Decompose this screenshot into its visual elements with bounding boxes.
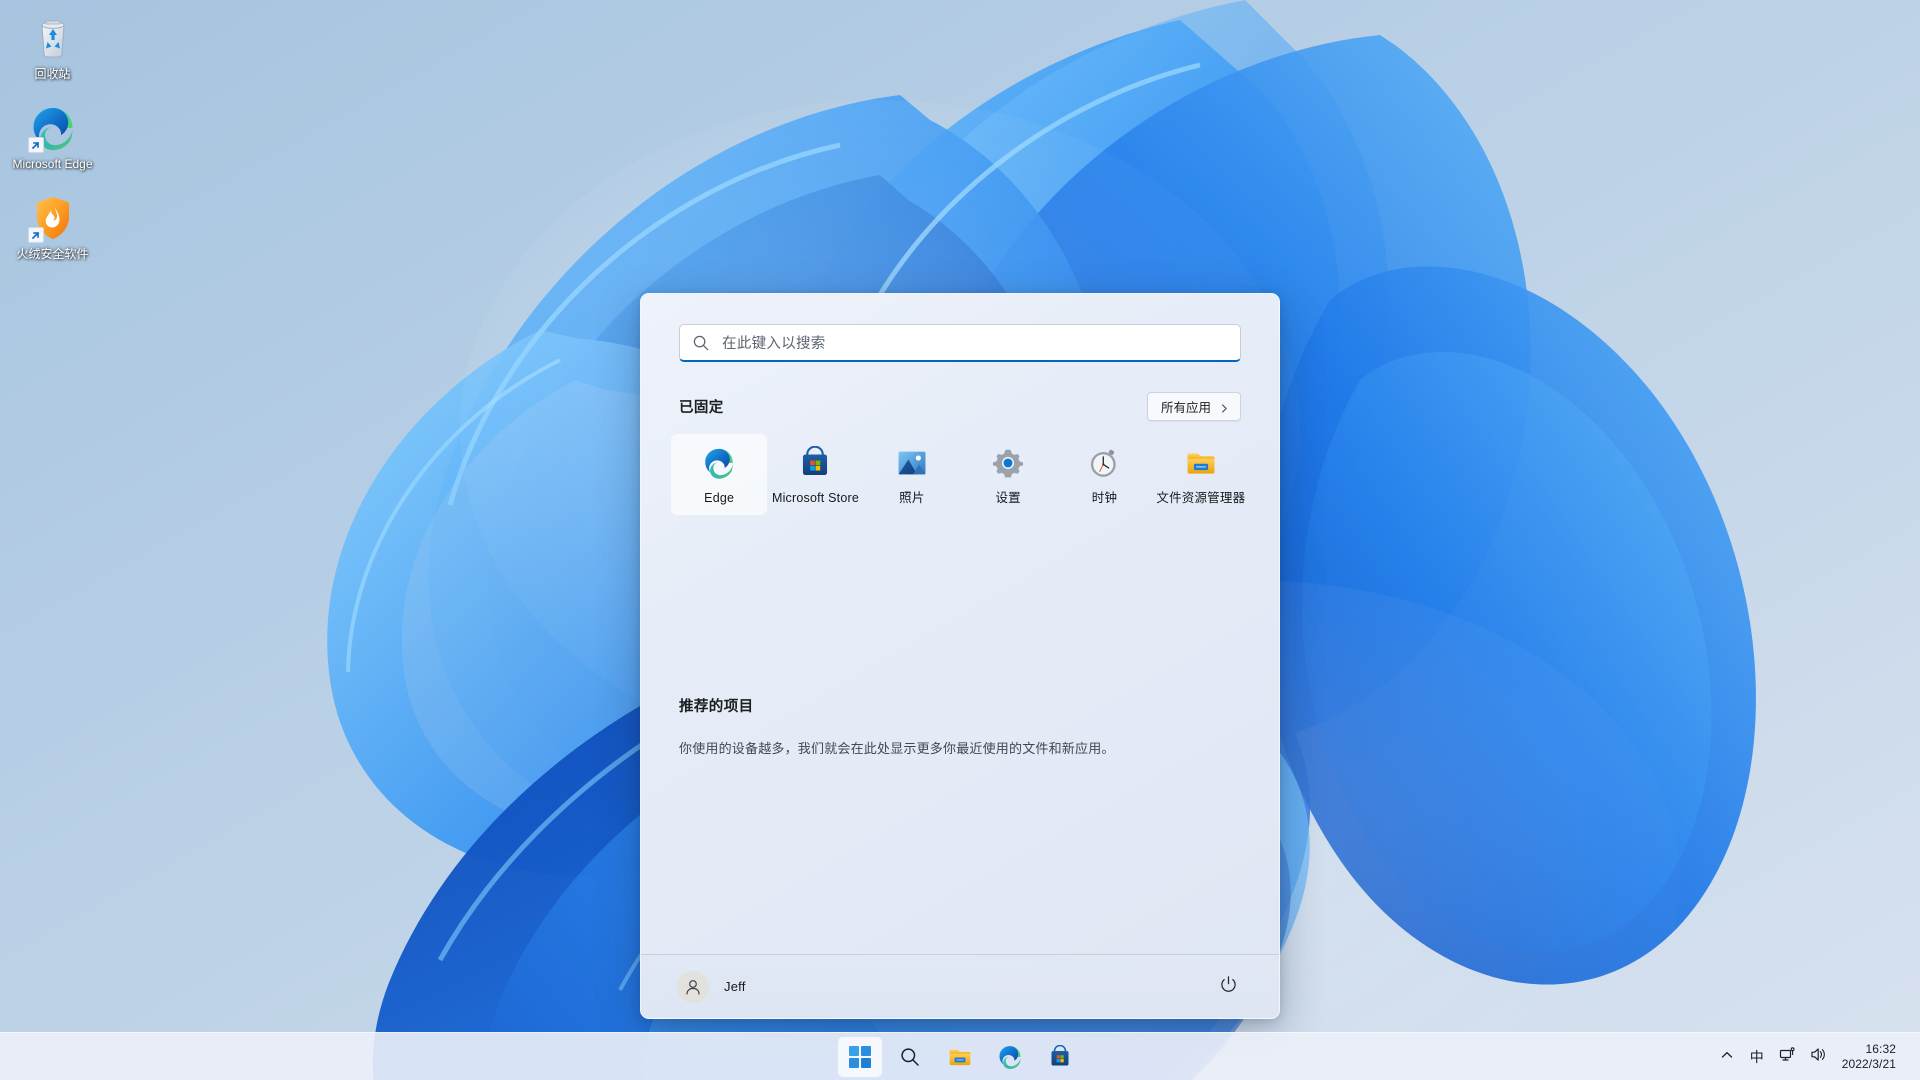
pinned-app-label: 设置: [995, 491, 1021, 505]
chevron-right-icon: [1220, 402, 1229, 413]
recommended-empty-text: 你使用的设备越多，我们就会在此处显示更多你最近使用的文件和新应用。: [679, 741, 1115, 756]
chevron-up-icon: [1720, 1048, 1734, 1067]
pinned-app-label: Edge: [704, 491, 735, 505]
search-placeholder: 在此键入以搜索: [722, 336, 826, 352]
desktop-icon-recycle-bin[interactable]: 回收站: [6, 8, 100, 86]
tray-ime-button[interactable]: 中: [1742, 1040, 1772, 1074]
recommended-section: 推荐的项目 你使用的设备越多，我们就会在此处显示更多你最近使用的文件和新应用。: [641, 695, 1279, 757]
file-explorer-icon: [1184, 446, 1218, 480]
recycle-bin-icon: [29, 14, 77, 62]
taskbar-file-explorer-button[interactable]: [938, 1037, 982, 1077]
power-button[interactable]: [1211, 970, 1245, 1004]
desktop-icon-huorong-security[interactable]: 火绒安全软件: [6, 188, 100, 266]
tray-volume-button[interactable]: [1803, 1040, 1834, 1074]
search-icon: [692, 334, 710, 352]
search-input[interactable]: 在此键入以搜索: [679, 324, 1241, 362]
taskbar-edge-button[interactable]: [988, 1037, 1032, 1077]
desktop-icon-microsoft-edge[interactable]: Microsoft Edge: [6, 98, 100, 176]
user-name: Jeff: [724, 979, 746, 994]
recommended-title: 推荐的项目: [679, 699, 754, 715]
desktop-icon-label: Microsoft Edge: [12, 157, 93, 171]
tray-network-button[interactable]: [1772, 1040, 1803, 1074]
pinned-app-label: 文件资源管理器: [1156, 491, 1246, 505]
pinned-app-label: 时钟: [1091, 491, 1118, 505]
pinned-app-file-explorer[interactable]: 文件资源管理器: [1153, 434, 1249, 515]
settings-gear-icon: [991, 446, 1025, 480]
user-avatar-icon: [677, 970, 709, 1003]
shortcut-arrow-icon: [27, 137, 44, 153]
pinned-app-settings[interactable]: 设置: [960, 434, 1056, 515]
start-search-container: 在此键入以搜索: [641, 294, 1279, 362]
microsoft-store-icon: [798, 445, 832, 480]
clock-date: 2022/3/21: [1841, 1057, 1896, 1071]
taskbar-start-button[interactable]: [838, 1036, 882, 1077]
search-icon: [899, 1046, 921, 1068]
edge-icon: [702, 446, 736, 480]
taskbar-center-group: [838, 1033, 1082, 1080]
desktop-icon-label: 回收站: [34, 67, 71, 81]
microsoft-store-icon: [1048, 1044, 1072, 1069]
pinned-app-label: Microsoft Store: [771, 491, 860, 505]
pinned-header-row: 已固定 所有应用: [641, 362, 1279, 421]
taskbar[interactable]: 中 16:32 2022/3/21: [0, 1032, 1920, 1080]
clock-icon: [1087, 446, 1121, 480]
pinned-section-title: 已固定: [679, 400, 724, 416]
pinned-apps-grid: Edge Microsoft Store 照片 设置 时钟 文件资源管理器: [641, 421, 1279, 515]
taskbar-search-button[interactable]: [888, 1037, 932, 1077]
all-apps-button[interactable]: 所有应用: [1146, 392, 1241, 421]
start-menu-footer: Jeff: [641, 954, 1279, 1018]
pinned-app-microsoft-store[interactable]: Microsoft Store: [767, 434, 863, 515]
pinned-app-label: 照片: [899, 491, 925, 505]
start-menu[interactable]: 在此键入以搜索 已固定 所有应用 Edge Microsoft Store 照片…: [640, 293, 1280, 1019]
edge-icon: [27, 104, 77, 153]
all-apps-label: 所有应用: [1160, 401, 1211, 415]
taskbar-clock[interactable]: 16:32 2022/3/21: [1834, 1037, 1908, 1077]
system-tray: 中 16:32 2022/3/21: [1712, 1033, 1920, 1080]
tray-overflow-button[interactable]: [1712, 1040, 1742, 1074]
huorong-shield-icon: [27, 194, 77, 243]
volume-icon: [1810, 1046, 1827, 1068]
photos-icon: [895, 446, 929, 480]
file-explorer-icon: [947, 1044, 973, 1070]
clock-time: 16:32: [1865, 1042, 1896, 1056]
taskbar-microsoft-store-button[interactable]: [1038, 1037, 1082, 1077]
shortcut-arrow-icon: [27, 227, 44, 243]
network-monitor-icon: [1779, 1046, 1796, 1068]
pinned-app-photos[interactable]: 照片: [864, 434, 960, 515]
pinned-app-edge[interactable]: Edge: [671, 434, 768, 515]
desktop[interactable]: 回收站 Microsoft Edge 火绒安全软件 在此键入以搜索 已固定 所有…: [0, 0, 1920, 1080]
edge-icon: [997, 1044, 1023, 1070]
desktop-icon-label: 火绒安全软件: [16, 247, 89, 261]
ime-indicator-label: 中: [1749, 1049, 1764, 1065]
pinned-app-clock[interactable]: 时钟: [1056, 434, 1152, 515]
user-account-button[interactable]: Jeff: [677, 970, 746, 1003]
power-icon: [1219, 975, 1238, 999]
desktop-icon-column: 回收站 Microsoft Edge 火绒安全软件: [0, 8, 105, 266]
windows-start-icon: [849, 1045, 871, 1068]
